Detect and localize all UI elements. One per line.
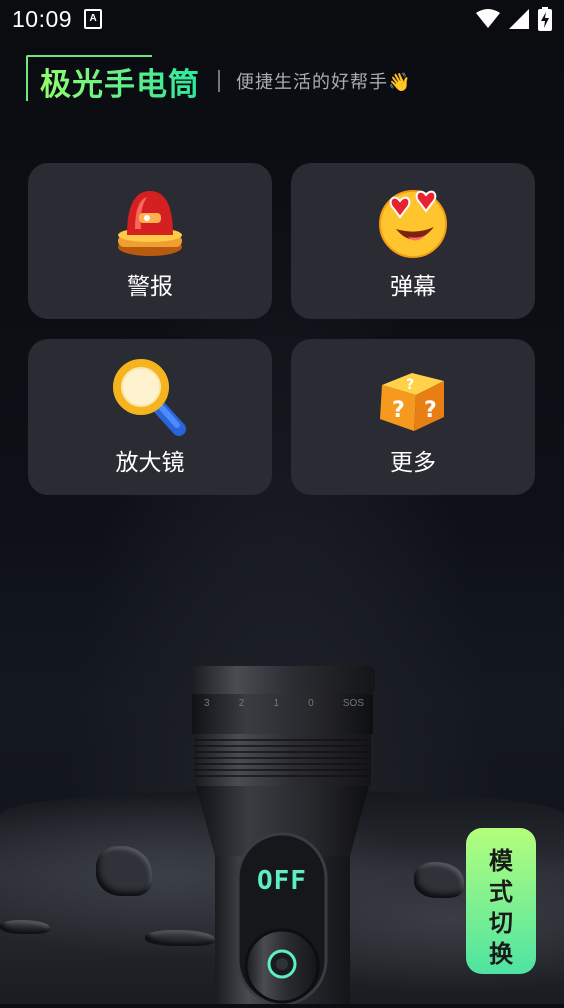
dial-marks: 3 2 1 0 SOS (204, 698, 364, 709)
flashlight-body: 3 2 1 0 SOS OFF (190, 666, 375, 1006)
mode-switch-char: 换 (489, 940, 513, 968)
dial-mark: 2 (238, 698, 245, 709)
power-toggle-button[interactable] (244, 928, 320, 1004)
dial-mark: 1 (273, 698, 279, 709)
rock-decoration (0, 920, 50, 934)
heart-eyes-emoji-icon (379, 190, 447, 258)
svg-text:?: ? (406, 377, 414, 393)
cell-signal-icon (509, 9, 529, 29)
app-title: 极光手电筒 (26, 67, 200, 103)
feature-label: 更多 (390, 450, 436, 476)
status-time: 10:09 (12, 5, 73, 32)
wifi-icon (476, 9, 500, 28)
app-slogan: 便捷生活的好帮手👋 (236, 72, 412, 93)
power-state-label: OFF (257, 866, 307, 896)
status-icons (476, 7, 552, 31)
mode-switch-char: 式 (489, 878, 513, 906)
question-cube-icon: ? ? ? (380, 373, 444, 431)
siren-icon (118, 191, 182, 256)
app-header: 极光手电筒 便捷生活的好帮手👋 (26, 54, 412, 106)
mode-switch-button[interactable]: 模 式 切 换 (466, 828, 536, 974)
dial-mark: SOS (342, 698, 364, 709)
rock-decoration (414, 862, 464, 898)
svg-text:?: ? (424, 398, 437, 423)
feature-label: 弹幕 (390, 274, 436, 300)
mode-switch-char: 切 (489, 909, 513, 937)
dial-mark: 0 (308, 698, 314, 709)
feature-card-alarm[interactable]: 警报 (28, 163, 272, 319)
a-notification-icon: A (84, 9, 103, 29)
svg-text:?: ? (392, 398, 405, 423)
feature-label: 警报 (127, 274, 173, 300)
feature-label: 放大镜 (115, 450, 185, 476)
feature-card-magnifier[interactable]: 放大镜 (28, 339, 272, 495)
feature-card-danmaku[interactable]: 弹幕 (291, 163, 535, 319)
mode-switch-char: 模 (489, 847, 513, 875)
header-divider (218, 70, 220, 92)
dial-mark: 3 (204, 698, 210, 709)
battery-charging-icon (538, 7, 552, 31)
status-bar: 10:09 A (0, 0, 564, 38)
magnifier-icon (113, 359, 186, 436)
feature-card-more[interactable]: ? ? ? 更多 (291, 339, 535, 495)
